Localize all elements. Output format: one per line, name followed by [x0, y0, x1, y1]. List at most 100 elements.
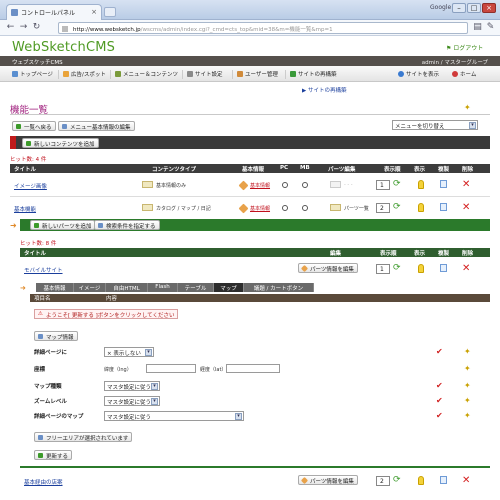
forward-icon[interactable]: → [18, 23, 29, 33]
menu-item-users[interactable]: ユーザー管理 [237, 70, 278, 78]
hit-count-2: ヒット数: 8 件 [20, 241, 57, 247]
order-input[interactable]: 1 [376, 180, 390, 190]
map-info-button[interactable]: マップ情報 [34, 331, 78, 341]
tab-html[interactable]: 自由HTML [106, 283, 148, 292]
reload-icon[interactable]: ↻ [31, 23, 42, 33]
update-button[interactable]: 更新する [34, 450, 73, 460]
detail-display-select[interactable]: × 表示しない ▾ [104, 347, 154, 357]
row-title-link[interactable]: 基本機能 [14, 205, 36, 213]
menu-item-ads[interactable]: 広告/スポット [63, 70, 106, 78]
map-type-select[interactable]: マスタ設定に従う ▾ [104, 381, 160, 391]
detail-map-select[interactable]: マスタ設定に従う ▾ [104, 411, 244, 421]
mb-radio[interactable] [302, 182, 308, 188]
order-input[interactable]: 1 [376, 264, 390, 274]
mb-radio[interactable] [302, 205, 308, 211]
logout-link[interactable]: ⚑ ログアウト [446, 43, 483, 52]
pin-icon[interactable]: ✦ [464, 348, 471, 356]
copy-icon[interactable] [440, 180, 447, 188]
view-site-link[interactable]: サイトを表示 [398, 70, 439, 78]
menu-item-contents[interactable]: メニュー＆コンテンツ [115, 70, 178, 78]
refresh-icon[interactable]: ⟳ [393, 476, 401, 485]
tab-flash[interactable]: Flash [148, 283, 178, 292]
parts-title-link[interactable]: モバイルサイト [24, 266, 63, 274]
edit-parts-button[interactable]: パーツ情報を編集 [298, 263, 358, 273]
add-content-button[interactable]: 新しいコンテンツを追加 [22, 138, 99, 148]
required-check-icon: ✔ [436, 347, 443, 356]
edit-menu-info-button[interactable]: メニュー基本情報の編集 [58, 121, 135, 131]
refresh-icon[interactable]: ⟳ [393, 264, 401, 273]
home-link[interactable]: ホーム [452, 70, 476, 78]
minimize-button[interactable]: – [452, 3, 466, 13]
rebuild-site-link[interactable]: ▶ サイトの再構築 [302, 86, 347, 94]
bulb-icon[interactable] [418, 180, 424, 189]
close-window-button[interactable]: × [482, 3, 496, 13]
order-input[interactable]: 2 [376, 476, 390, 486]
tab-basic[interactable]: 基本情報 [36, 283, 74, 292]
delete-icon[interactable]: ✕ [462, 203, 470, 213]
menu-item-settings[interactable]: サイト設定 [187, 70, 223, 78]
tab-image[interactable]: イメージ [74, 283, 106, 292]
home-red-icon [452, 71, 458, 77]
globe-icon [398, 71, 404, 77]
pin-icon[interactable]: ✦ [464, 382, 471, 390]
menu-item-rebuild[interactable]: サイトの再構築 [290, 70, 337, 78]
back-to-list-button[interactable]: 一覧へ戻る [12, 121, 56, 131]
bulb-icon[interactable] [418, 203, 424, 212]
user-info: admin / マスターグループ [421, 60, 488, 66]
wrench-icon[interactable]: ✎ [485, 23, 496, 33]
address-bar[interactable]: http://www.websketch.jp/wscms/admin/inde… [58, 22, 468, 34]
pc-radio[interactable] [282, 205, 288, 211]
pc-radio[interactable] [282, 182, 288, 188]
maximize-button[interactable]: □ [467, 3, 481, 13]
row-type: カタログ / マップ / 日記 [156, 206, 211, 212]
basic-info-link[interactable]: 基本情報 [250, 205, 270, 212]
bulb-icon[interactable] [418, 264, 424, 273]
parts-table-header: タイトル 編集 表示順 表示 複製 削除 [20, 248, 490, 257]
parts-title-link[interactable]: 基本経由の店案 [24, 478, 63, 486]
parts-folder-icon [330, 204, 341, 211]
row-title-link[interactable]: イメージ画像 [14, 182, 47, 190]
menu-item-top[interactable]: トップページ [12, 70, 53, 78]
tab-close-icon[interactable]: × [91, 8, 97, 16]
basic-info-link[interactable]: 基本情報 [250, 182, 270, 189]
copy-icon[interactable] [440, 203, 447, 211]
refresh-icon[interactable]: ⟳ [393, 180, 401, 189]
refresh-icon[interactable]: ⟳ [393, 203, 401, 212]
add-parts-button[interactable]: 新しいパーツを追加 [30, 220, 96, 230]
pencil-icon [238, 203, 249, 214]
logo: WebSketchCMS [12, 40, 116, 55]
folder-icon [142, 181, 153, 188]
field-label: ズームレベル [34, 399, 67, 405]
search-conditions-button[interactable]: 検索条件を指定する [94, 220, 160, 230]
expand-arrow-icon: ➜ [10, 221, 17, 230]
lng-input[interactable] [226, 364, 280, 373]
delete-icon[interactable]: ✕ [462, 476, 470, 486]
delete-icon[interactable]: ✕ [462, 264, 470, 274]
tab-cart[interactable]: 議題 / カートボタン [244, 283, 314, 292]
title-divider [10, 114, 490, 115]
copy-icon[interactable] [440, 264, 447, 272]
table-row: 基本経由の店案 パーツ情報を編集 2 ⟳ ✕ [20, 470, 490, 492]
pin-icon[interactable]: ✦ [464, 365, 471, 373]
browser-tab[interactable]: コントロールパネル × [6, 4, 102, 20]
field-label: 詳細ページのマップ [34, 414, 84, 420]
delete-icon[interactable]: ✕ [462, 180, 470, 190]
order-input[interactable]: 2 [376, 203, 390, 213]
pin-icon[interactable]: ✦ [464, 397, 471, 405]
back-icon[interactable]: ← [5, 23, 16, 33]
bulb-icon[interactable] [418, 476, 424, 485]
copy-icon[interactable] [440, 476, 447, 484]
edit-parts-button[interactable]: パーツ情報を編集 [298, 475, 358, 485]
tab-map[interactable]: マップ [214, 283, 244, 292]
menu-switch-select[interactable]: メニューを切り替え ▾ [392, 120, 478, 130]
free-area-button[interactable]: フリーエリアが選択されています [34, 432, 133, 442]
parts-list-link[interactable]: パーツ一覧 [344, 205, 369, 212]
zoom-level-select[interactable]: マスタ設定に従う ▾ [104, 396, 160, 406]
new-tab-button[interactable] [104, 7, 116, 17]
page-icon [62, 26, 68, 32]
lat-input[interactable] [146, 364, 196, 373]
pin-icon[interactable]: ✦ [464, 104, 471, 112]
tab-table[interactable]: テーブル [178, 283, 214, 292]
page-menu-icon[interactable]: ▤ [472, 23, 483, 33]
pin-icon[interactable]: ✦ [464, 412, 471, 420]
